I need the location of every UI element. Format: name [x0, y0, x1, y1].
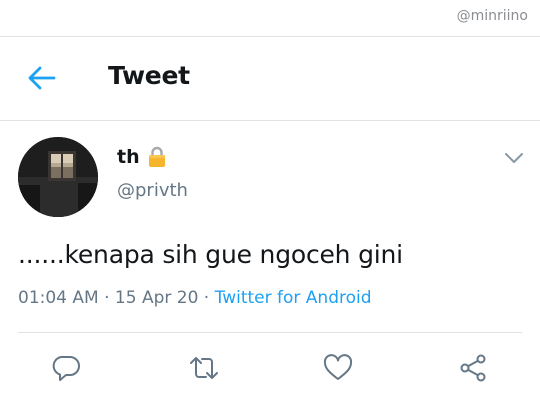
meta-separator: ·: [198, 288, 215, 308]
lock-icon: [148, 146, 165, 167]
tweet-meta: 01:04 AM · 15 Apr 20 · Twitter for Andro…: [18, 288, 372, 308]
avatar-image: [18, 137, 98, 217]
share-icon[interactable]: [457, 352, 489, 384]
avatar[interactable]: [18, 137, 98, 217]
author-name-row: th: [117, 146, 166, 168]
author-handle[interactable]: @privth: [117, 180, 188, 201]
arrow-left-icon[interactable]: [26, 64, 58, 92]
watermark: @minriino: [456, 8, 528, 24]
chevron-down-icon[interactable]: [503, 150, 525, 166]
retweet-icon[interactable]: [188, 352, 220, 384]
tweet-text: ......kenapa sih gue ngoceh gini: [18, 240, 403, 269]
header-divider: [0, 120, 540, 121]
page-title: Tweet: [108, 61, 190, 90]
header-bar: Tweet: [0, 36, 540, 120]
meta-separator: ·: [98, 288, 115, 308]
author-name[interactable]: th: [117, 146, 140, 168]
tweet-time: 01:04 AM: [18, 288, 99, 308]
like-icon[interactable]: [322, 352, 354, 384]
meta-divider: [18, 332, 522, 333]
tweet-date: 15 Apr 20: [114, 288, 199, 308]
action-bar: [0, 346, 540, 390]
tweet-source-link[interactable]: Twitter for Android: [215, 288, 372, 308]
reply-icon[interactable]: [51, 352, 83, 384]
